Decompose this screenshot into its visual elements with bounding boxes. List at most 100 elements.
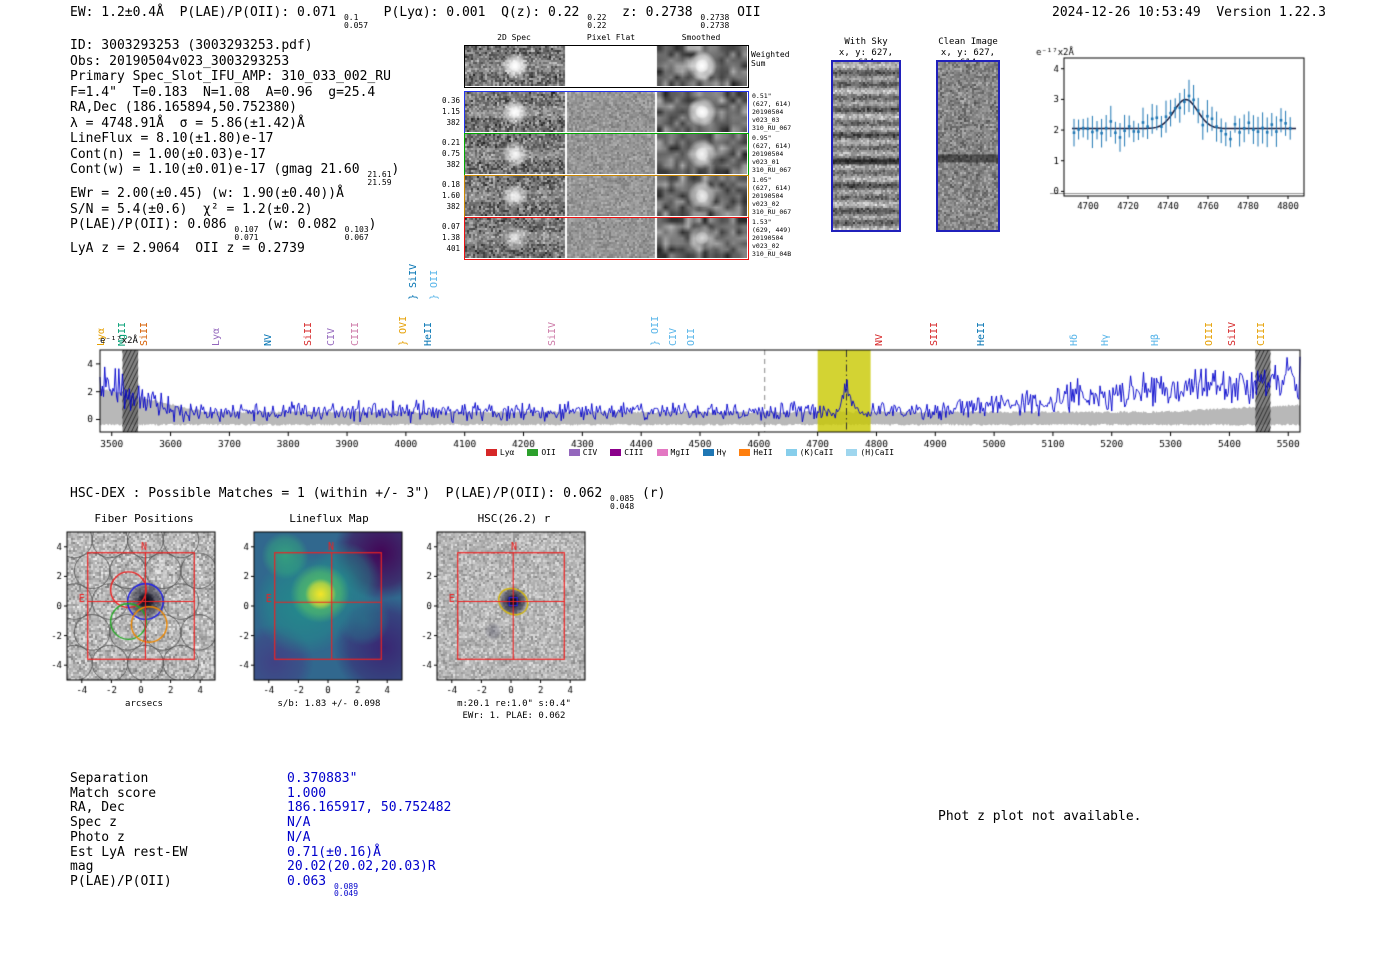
legend-label: HeII [753, 448, 773, 457]
legend-swatch [739, 449, 751, 456]
legend-swatch [568, 449, 580, 456]
spec2d-stat-value: 382 [446, 118, 460, 127]
spec2d-annotation-line: 20190504 [752, 192, 784, 200]
match-row-value: 0.71(±0.16)Å [287, 845, 381, 860]
spec2d-stat-value: 1.15 [441, 107, 460, 116]
spec2d-stat-value: 0.07 [441, 222, 460, 231]
hsc-match-table: Separation 0.370883" Match score 1.000 RA, D… [70, 771, 451, 899]
spec2d-annotation-line: (627, 614) [752, 184, 792, 192]
spec2d-stat-value: 401 [446, 244, 460, 253]
spec2d-annotation-line: v023_02 [752, 200, 780, 208]
text-segment: ID: 3003293253 (3003293253.pdf) [70, 38, 313, 53]
text-segment: 0.71(±0.16)Å [287, 844, 381, 860]
spec2d-row-image [465, 218, 747, 258]
spec2d-annotation-line: (627, 614) [752, 142, 792, 150]
legend-swatch [702, 449, 714, 456]
text-segment: 20.02(20.02,20.03)R [287, 859, 436, 875]
info-line: S/N = 5.4(±0.6) χ² = 1.2(±0.2) [70, 202, 399, 218]
emission-line-label: Hδ [1069, 333, 1081, 346]
cutout-xlabel-fiber: arcsecs [125, 699, 163, 709]
spec2d-weighted-sum-label: Weighted Sum [751, 50, 790, 68]
text-segment: 1.000 [287, 785, 327, 801]
emission-line-label: CIV [326, 327, 338, 346]
legend-item: CIII [610, 448, 644, 457]
match-table-row: Spec z N/A [70, 815, 451, 831]
legend-item: HeII [739, 448, 773, 457]
cutout-xlabel2-hsc: EWr: 1. PLAE: 0.062 [462, 711, 566, 721]
info-line: Cont(n) = 1.00(±0.03)e-17 [70, 147, 399, 163]
text-segment: Cont(n) = 1.00(±0.03)e-17 [70, 146, 266, 162]
stacked-value: 0.2738 0.2738 [700, 14, 729, 29]
text-segment: F=1.4" T=0.183 N=1.08 A=0.96 g=25.4 [70, 84, 376, 100]
emission-line-label: SIII [929, 321, 941, 346]
spec2d-row [464, 217, 749, 260]
match-table-row: P(LAE)/P(OII) 0.063 0.089 0.049 [70, 874, 451, 899]
emission-line-label: } OVI [398, 315, 410, 346]
spec2d-annotation-line: (627, 614) [752, 100, 792, 108]
spec2d-row-annotation: 1.53" (629, 449) 20190504 v023_02 310_RU_04B [752, 218, 804, 258]
spec2d-stat-value: 0.18 [441, 180, 460, 189]
spec2d-stat-value: 382 [446, 202, 460, 211]
legend-item: Lyα [485, 448, 514, 457]
spec2d-row-image [465, 92, 747, 132]
stacked-value: 0.107 0.071 [234, 226, 258, 241]
photz-note: Phot z plot not available. [938, 809, 1142, 824]
cutout-title-lineflux: Lineflux Map [289, 512, 369, 525]
stacked-lower: 0.071 [234, 232, 259, 242]
spec2d-row-annotation: 0.51" (627, 614) 20190504 v023_03 310_RU_067 [752, 92, 804, 132]
legend-item: (K)CaII [785, 448, 833, 457]
stacked-lower: 0.057 [343, 20, 369, 30]
match-table-row: Separation 0.370883" [70, 771, 451, 787]
text-segment: λ = 4748.91Å σ = 5.86(±1.42)Å [70, 115, 305, 131]
match-row-label: Photo z [70, 829, 125, 845]
legend-item: (H)CaII [846, 448, 894, 457]
info-line: EWr = 2.00(±0.45) (w: 1.90(±0.40))Å [70, 186, 399, 202]
legend-label: Hγ [716, 448, 727, 457]
cutout-title-fiber: Fiber Positions [94, 512, 194, 525]
spec2d-row-annotation: 0.95" (627, 614) 20190504 v023_01 310_RU_067 [752, 134, 804, 174]
spec2d-annotation-line: 0.51" [752, 92, 772, 100]
spec2d-row [464, 91, 749, 134]
lineflux-map-cutout [221, 528, 407, 700]
text-segment: P(Lyα): 0.001 Q(z): 0.22 [368, 5, 588, 20]
match-row-value: N/A [287, 815, 310, 830]
report-timestamp: 2024-12-26 10:53:49 Version 1.22.3 [1052, 5, 1326, 20]
text-segment: LyA z = 2.9064 OII z = 0.2739 [70, 241, 305, 256]
legend-label: MgII [670, 448, 690, 457]
text-segment: Primary Spec_Slot_IFU_AMP: 310_033_002_R… [70, 69, 391, 84]
hsc-match-summary: HSC-DEX : Possible Matches = 1 (within +… [70, 486, 665, 510]
emission-line-label: CIII [350, 321, 362, 346]
emission-line-label: Hγ [1099, 333, 1111, 346]
stacked-lower: 0.22 [587, 20, 607, 30]
text-segment: (w: 0.082 [258, 217, 345, 232]
match-row-label: Est LyA rest-EW [70, 844, 188, 860]
match-row-value: N/A [287, 830, 310, 845]
header-summary-line: EW: 1.2±0.4Å P(LAE)/P(OII): 0.071 0.1 0.0… [70, 5, 761, 29]
text-segment: N/A [287, 829, 311, 845]
text-segment: Obs: 20190504v023_3003293253 [70, 53, 290, 69]
spec2d-row [464, 45, 749, 88]
emission-line-label: NV [263, 333, 275, 346]
info-line: Primary Spec_Slot_IFU_AMP: 310_033_002_R… [70, 69, 399, 85]
match-table-row: Est LyA rest-EW 0.71(±0.16)Å [70, 844, 451, 861]
spec2d-row [464, 175, 749, 218]
text-segment: z: 0.2738 [606, 5, 701, 20]
spec2d-row-image [465, 46, 747, 86]
emission-line-label: } OII [649, 315, 661, 346]
emission-line-label: } OII [429, 269, 441, 300]
info-line: RA,Dec (186.165894,50.752380) [70, 100, 399, 116]
emission-line-label: OIII [1204, 321, 1216, 346]
emission-line-label: HeII [423, 321, 435, 346]
spec2d-row-annotation: 1.05" (627, 614) 20190504 v023_02 310_RU_067 [752, 176, 804, 216]
text-segment: EWr = 2.00(±0.45) (w: 1.90(±0.40))Å [70, 186, 344, 201]
emission-line-label: Hβ [1150, 333, 1162, 346]
legend-item: OII [527, 448, 556, 457]
spec2d-col-header-2dspec: 2D Spec [497, 33, 531, 42]
spec2d-row-stats: 0.07 1.38 401 [434, 221, 460, 254]
cutout-xlabel-lineflux: s/b: 1.83 +/- 0.098 [277, 699, 381, 709]
legend-label: (H)CaII [860, 448, 895, 457]
stacked-lower: 0.049 [333, 889, 359, 899]
emission-line-label: OII [685, 327, 697, 346]
match-row-label: mag [70, 859, 94, 875]
text-segment: ) [391, 162, 400, 177]
